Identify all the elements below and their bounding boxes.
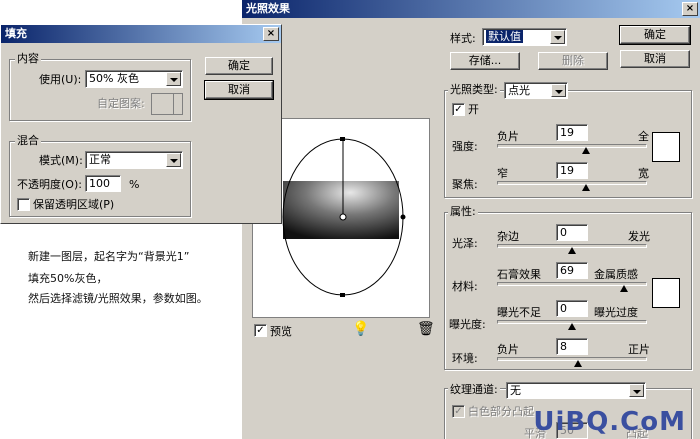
focus-max-label: 宽 (638, 167, 649, 180)
texture-channel-label: 纹理通道: (448, 383, 500, 396)
chevron-down-icon[interactable] (629, 384, 644, 397)
caption-line-3: 然后选择滤镜/光照效果，参数如图。 (28, 292, 208, 305)
intensity-label: 强度: (452, 140, 478, 153)
gloss-label: 光泽: (452, 237, 478, 250)
material-min-label: 石膏效果 (497, 268, 541, 281)
ambience-min-label: 负片 (497, 343, 519, 356)
opacity-input[interactable]: 100 (85, 175, 121, 192)
light-type-select[interactable]: 点光 (504, 82, 568, 99)
intensity-input[interactable]: 19 (556, 124, 588, 141)
material-input[interactable]: 69 (556, 262, 588, 279)
focus-track[interactable] (497, 181, 647, 185)
chevron-down-icon[interactable] (166, 153, 181, 167)
blending-label: 混合 (15, 134, 41, 147)
light-on-checkbox[interactable]: ✓ (452, 103, 465, 116)
intensity-max-label: 全 (638, 130, 649, 143)
close-icon[interactable]: × (682, 2, 698, 16)
cancel-button[interactable]: 取消 (620, 50, 690, 68)
ambience-label: 环境: (452, 352, 478, 365)
white-high-label: 白色部分凸起 (468, 405, 534, 418)
use-label: 使用(U): (39, 73, 82, 86)
caption-line-1: 新建一图层，起名字为“背景光1” (28, 250, 190, 263)
fill-dialog: 填充 × 内容 使用(U): 50% 灰色 自定图案: 确定 取消 混合 模式(… (0, 24, 282, 224)
ambience-slider-thumb[interactable] (574, 360, 582, 367)
contents-label: 内容 (15, 52, 41, 65)
exposure-label: 曝光度: (449, 318, 486, 331)
preview-checkbox[interactable]: ✓ (254, 324, 267, 337)
light-bulb-icon[interactable]: 💡 (352, 321, 369, 337)
light-bottom-handle[interactable] (340, 293, 345, 297)
preserve-transparency-label: 保留透明区域(P) (33, 198, 115, 211)
chevron-down-icon[interactable] (551, 84, 566, 97)
exposure-slider-thumb[interactable] (568, 323, 576, 330)
trash-icon[interactable]: 🗑 (417, 321, 435, 337)
fill-title-bar[interactable]: 填充 × (1, 25, 281, 43)
light-color-swatch[interactable] (652, 132, 680, 162)
opacity-unit: % (129, 178, 140, 191)
texture-channel-select[interactable]: 无 (506, 382, 646, 399)
ambience-input[interactable]: 8 (556, 338, 588, 355)
properties-label: 属性: (448, 205, 478, 218)
intensity-min-label: 负片 (497, 130, 519, 143)
fill-title: 填充 (5, 27, 27, 40)
focus-label: 聚焦: (452, 178, 478, 191)
lighting-title: 光照效果 (246, 2, 290, 15)
light-on-label: 开 (468, 103, 479, 116)
ambience-max-label: 正片 (628, 343, 650, 356)
material-slider-thumb[interactable] (619, 285, 628, 292)
fill-ok-button[interactable]: 确定 (205, 57, 273, 75)
exposure-input[interactable]: 0 (556, 300, 588, 317)
mode-select[interactable]: 正常 (85, 151, 183, 169)
preview-image (283, 181, 399, 239)
focus-input[interactable]: 19 (556, 162, 588, 179)
caption-line-2: 填充50%灰色， (28, 272, 108, 285)
ambient-color-swatch[interactable] (652, 278, 680, 308)
chevron-down-icon[interactable] (550, 30, 565, 44)
lighting-title-bar[interactable]: 光照效果 × (242, 0, 700, 18)
light-type-label: 光照类型: (448, 83, 500, 96)
delete-button: 删除 (538, 52, 608, 70)
gloss-slider-thumb[interactable] (568, 247, 576, 254)
style-select[interactable]: 默认值 (482, 28, 567, 46)
custom-pattern-label: 自定图案: (97, 97, 145, 110)
ok-button[interactable]: 确定 (619, 25, 691, 45)
focus-min-label: 窄 (497, 167, 508, 180)
material-label: 材料: (452, 280, 478, 293)
chevron-down-icon (173, 94, 182, 114)
exposure-min-label: 曝光不足 (497, 306, 541, 319)
gloss-min-label: 杂边 (497, 230, 519, 243)
lighting-effects-dialog: 光照效果 × ✓ 预览 💡 🗑 样式: 默认值 确定 取消 存储... 删除 光… (242, 0, 700, 439)
save-button[interactable]: 存储... (450, 52, 520, 70)
opacity-label: 不透明度(O): (17, 178, 82, 191)
chevron-down-icon[interactable] (166, 72, 181, 86)
preview-label: 预览 (270, 325, 292, 338)
close-icon[interactable]: × (263, 27, 279, 41)
gloss-input[interactable]: 0 (556, 224, 588, 241)
gloss-max-label: 发光 (628, 230, 650, 243)
fill-cancel-button[interactable]: 取消 (204, 80, 274, 100)
intensity-slider-thumb[interactable] (582, 147, 591, 154)
exposure-max-label: 曝光过度 (594, 306, 638, 319)
light-right-handle[interactable] (400, 214, 406, 220)
light-center-handle[interactable] (339, 213, 347, 221)
intensity-track[interactable] (497, 144, 647, 148)
mode-label: 模式(M): (39, 154, 83, 167)
preserve-transparency-checkbox[interactable] (17, 198, 30, 211)
material-max-label: 金属质感 (594, 268, 638, 281)
use-select[interactable]: 50% 灰色 (85, 70, 183, 88)
focus-slider-thumb[interactable] (582, 184, 591, 191)
custom-pattern-picker (151, 93, 183, 115)
white-high-checkbox: ✓ (452, 405, 465, 418)
style-label: 样式: (450, 32, 476, 45)
light-top-handle[interactable] (340, 137, 345, 141)
watermark-logo: UiBQ.CoM (533, 407, 686, 437)
ambience-track[interactable] (497, 357, 647, 361)
